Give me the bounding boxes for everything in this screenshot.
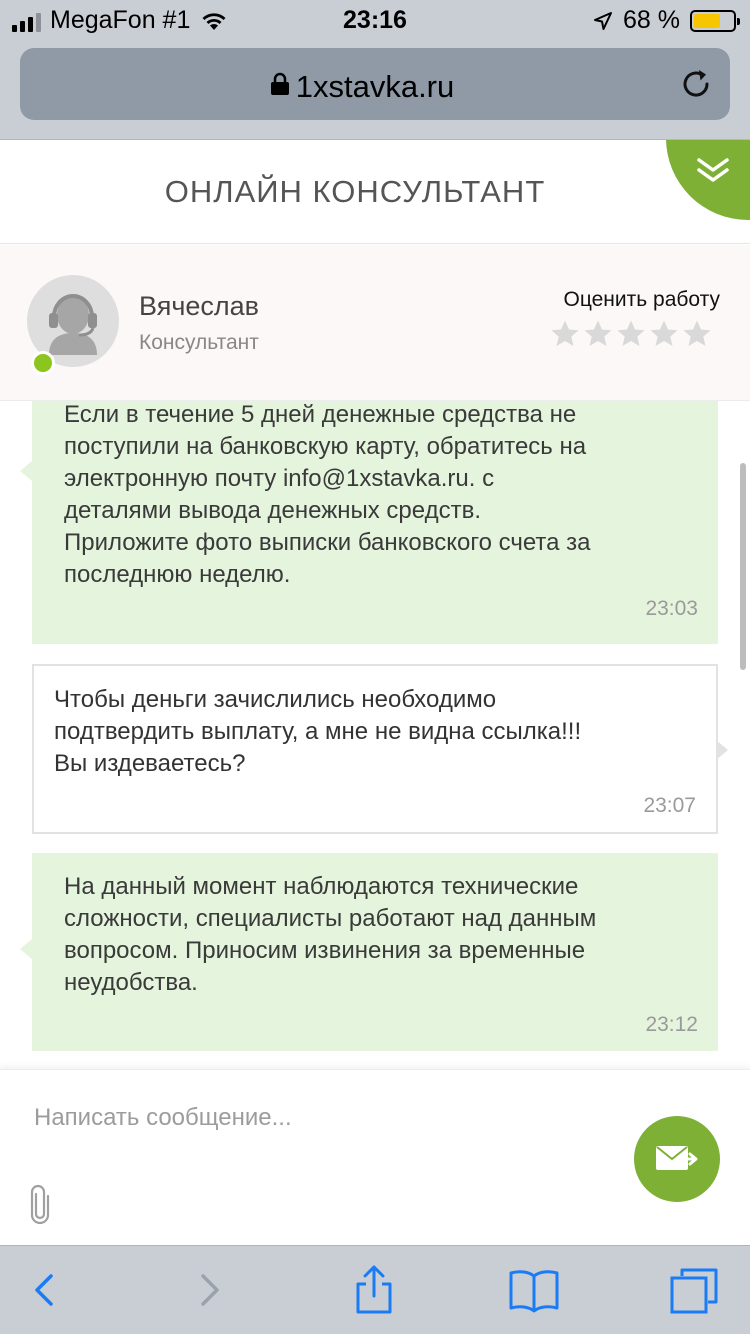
send-button[interactable]	[634, 1116, 720, 1202]
message-text: Если в течение 5 дней денежные средства …	[64, 401, 698, 591]
message-time: 23:03	[645, 597, 698, 620]
message-time: 23:12	[645, 1013, 698, 1036]
consultant-panel: Вячеслав Консультант Оценить работу	[0, 245, 750, 401]
message-time: 23:07	[643, 794, 696, 817]
location-arrow-icon	[594, 11, 613, 30]
message-scrollbar[interactable]	[740, 463, 746, 670]
rate-work-label: Оценить работу	[563, 288, 721, 311]
consultant-name: Вячеслав	[139, 291, 260, 321]
reload-icon[interactable]	[678, 66, 714, 102]
message-list[interactable]: Если в течение 5 дней денежные средства …	[0, 401, 750, 1069]
message-line: поступили на банковскую карту, обратитес…	[64, 433, 587, 460]
status-bar-right: 68 %	[593, 6, 740, 35]
message-text: Чтобы деньги зачислились необходимо подт…	[54, 684, 696, 780]
status-bar: MegaFon #1 23:16 68 %	[0, 0, 750, 40]
message-line: Чтобы деньги зачислились необходимо	[54, 686, 497, 713]
online-status-indicator	[31, 351, 55, 375]
compose-area: Написать сообщение...	[0, 1069, 750, 1245]
address-bar[interactable]: 1xstavka.ru	[20, 48, 730, 120]
rating-star-icon[interactable]	[682, 319, 712, 349]
user-message: Чтобы деньги зачислились необходимо подт…	[32, 664, 728, 834]
rating-star-icon[interactable]	[583, 319, 613, 349]
browser-url-area: 1xstavka.ru	[0, 40, 750, 140]
message-line: сложности, специалисты работают над данн…	[64, 905, 597, 932]
rating-star-icon[interactable]	[649, 319, 679, 349]
bookmarks-icon[interactable]	[508, 1264, 560, 1316]
message-input[interactable]: Написать сообщение...	[34, 1104, 292, 1132]
rating-star-icon[interactable]	[550, 319, 580, 349]
message-line: На данный момент наблюдаются технические	[64, 873, 579, 900]
message-line: электронную почту info@1xstavka.ru. с	[64, 465, 495, 492]
tabs-icon[interactable]	[668, 1264, 720, 1316]
browser-toolbar	[0, 1245, 750, 1334]
chat-header: ОНЛАЙН КОНСУЛЬТАНТ	[0, 140, 750, 244]
agent-message: Если в течение 5 дней денежные средства …	[20, 401, 718, 644]
back-icon[interactable]	[18, 1264, 70, 1316]
battery-icon	[690, 9, 740, 32]
message-line: подтвердить выплату, а мне не видна ссыл…	[54, 718, 582, 745]
rating-stars	[550, 319, 712, 349]
chat-title: ОНЛАЙН КОНСУЛЬТАНТ	[164, 174, 546, 209]
message-text: На данный момент наблюдаются технические…	[64, 871, 698, 999]
forward-icon[interactable]	[184, 1264, 236, 1316]
message-line: Приложите фото выписки банковского счета…	[64, 529, 591, 556]
message-line: Вы издеваетесь?	[54, 750, 246, 777]
message-line: неудобства.	[64, 969, 198, 996]
rating-star-icon[interactable]	[616, 319, 646, 349]
message-line: последнюю неделю.	[64, 561, 291, 588]
battery-percent: 68 %	[623, 6, 680, 34]
paperclip-icon[interactable]	[28, 1184, 52, 1224]
address-domain: 1xstavka.ru	[295, 69, 455, 104]
message-line: Если в течение 5 дней денежные средства …	[64, 401, 577, 428]
consultant-role: Консультант	[139, 331, 259, 354]
share-icon[interactable]	[348, 1264, 400, 1316]
agent-message: На данный момент наблюдаются технические…	[20, 853, 718, 1051]
double-chevron-down-icon	[697, 158, 729, 182]
envelope-send-icon	[656, 1146, 698, 1170]
message-line: вопросом. Приносим извинения за временны…	[64, 937, 586, 964]
message-line: деталями вывода денежных средств.	[64, 497, 482, 524]
